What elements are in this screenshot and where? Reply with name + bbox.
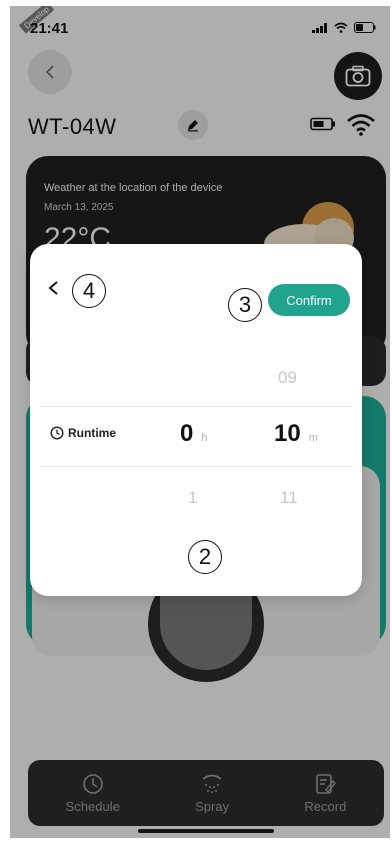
hours-value: 0 [180, 420, 194, 447]
annotation-badge-4: 4 [72, 274, 106, 308]
minutes-value: 10 [274, 420, 301, 447]
runtime-picker-dialog: 4 3 Confirm 09 Runtime 0 h 10 m 1 11 2 [30, 244, 362, 596]
picker-divider-bottom [40, 466, 352, 467]
hours-unit: h [201, 432, 208, 444]
annotation-badge-2: 2 [188, 540, 222, 574]
runtime-label: Runtime [68, 426, 116, 440]
chevron-left-icon[interactable] [44, 278, 64, 298]
hours-wheel-selected[interactable]: 0 h [180, 420, 207, 448]
runtime-label-row: Runtime [50, 426, 116, 440]
picker-divider-top [40, 406, 352, 407]
minutes-option-above[interactable]: 09 [278, 368, 297, 388]
clock-icon [50, 426, 64, 440]
hours-option-below[interactable]: 1 [188, 488, 197, 508]
annotation-badge-3: 3 [228, 288, 262, 322]
confirm-button[interactable]: Confirm [268, 284, 350, 316]
minutes-wheel-selected[interactable]: 10 m [274, 420, 318, 448]
minutes-unit: m [308, 432, 318, 444]
minutes-option-below[interactable]: 11 [280, 488, 298, 508]
